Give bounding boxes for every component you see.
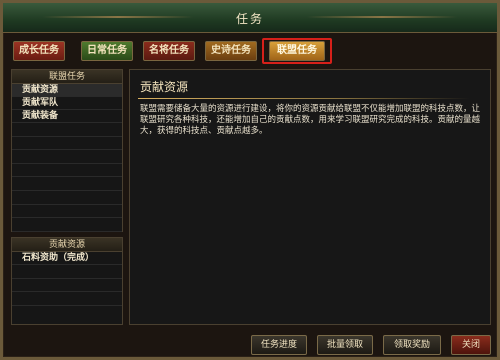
- list-item: [12, 177, 122, 191]
- task-item-contribute-troops[interactable]: 贡献军队: [12, 97, 122, 110]
- task-tabs: 成长任务 日常任务 名将任务 史诗任务 联盟任务: [9, 38, 489, 65]
- action-bar: 任务进度 批量领取 领取奖励 关闭: [3, 333, 497, 357]
- list-item: [12, 123, 122, 137]
- list-item: [12, 279, 122, 293]
- list-item: [12, 265, 122, 279]
- batch-claim-button[interactable]: 批量领取: [317, 335, 373, 355]
- title-ornament-left: [43, 16, 193, 18]
- detail-title: 贡献资源: [140, 80, 189, 94]
- task-list-panel: 联盟任务 贡献资源 贡献军队 贡献装备: [11, 69, 123, 232]
- list-item: [12, 191, 122, 205]
- active-tab-highlight: [262, 38, 332, 64]
- list-item: [12, 137, 122, 151]
- tab-growth-tasks[interactable]: 成长任务: [13, 41, 65, 61]
- list-item: [12, 150, 122, 164]
- title-ornament-right: [307, 16, 457, 18]
- title-divider: [138, 98, 470, 99]
- task-description: 联盟需要储备大量的资源进行建设，将你的资源贡献给联盟不仅能增加联盟的科技点数，让…: [140, 104, 481, 136]
- claim-reward-button[interactable]: 领取奖励: [383, 335, 441, 355]
- task-list-header: 联盟任务: [12, 70, 122, 84]
- list-item: [12, 205, 122, 219]
- tab-general-tasks[interactable]: 名将任务: [143, 41, 195, 61]
- title-bar: 任务: [3, 3, 497, 33]
- close-button[interactable]: 关闭: [451, 335, 491, 355]
- list-item: [12, 292, 122, 306]
- list-item: [12, 164, 122, 178]
- tab-daily-tasks[interactable]: 日常任务: [81, 41, 133, 61]
- task-window: 任务 成长任务 日常任务 名将任务 史诗任务 联盟任务 联盟任务 贡献资源 贡献…: [0, 0, 500, 360]
- subtask-header: 贡献资源: [12, 238, 122, 252]
- window-title: 任务: [235, 12, 264, 26]
- task-progress-button[interactable]: 任务进度: [251, 335, 307, 355]
- task-detail-panel: 贡献资源 联盟需要储备大量的资源进行建设，将你的资源贡献给联盟不仅能增加联盟的科…: [129, 69, 491, 325]
- subtask-panel: 贡献资源 石料资助（完成）: [11, 237, 123, 325]
- tab-epic-tasks[interactable]: 史诗任务: [205, 41, 257, 61]
- list-item: [12, 218, 122, 232]
- task-item-contribute-equipment[interactable]: 贡献装备: [12, 110, 122, 123]
- task-item-contribute-resources[interactable]: 贡献资源: [12, 84, 122, 97]
- subtask-item-stone-aid[interactable]: 石料资助（完成）: [12, 252, 122, 265]
